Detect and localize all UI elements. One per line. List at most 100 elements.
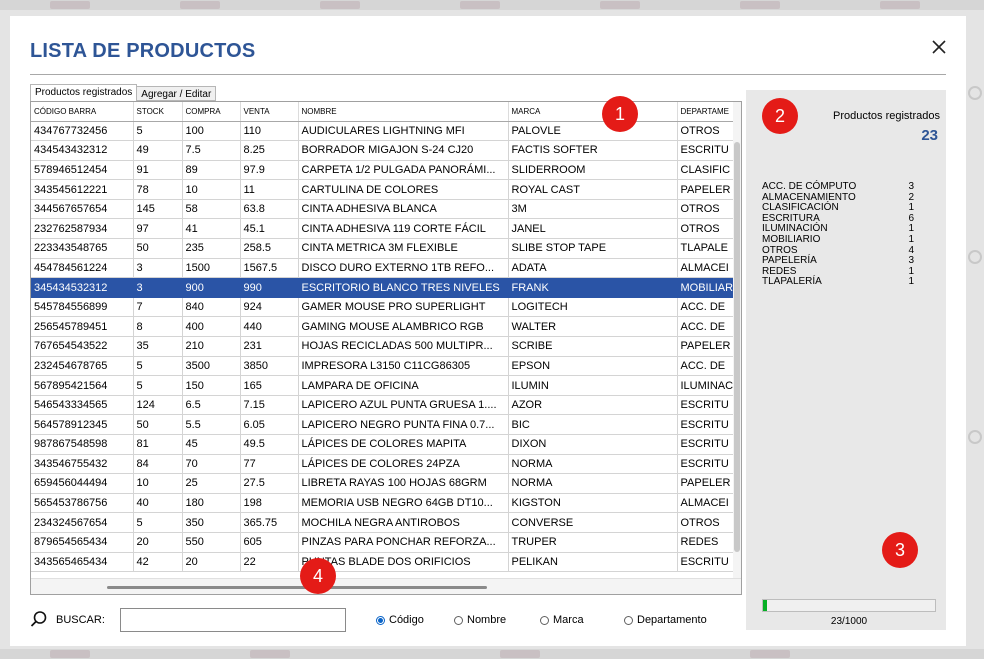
- search-input[interactable]: [120, 608, 346, 632]
- table-body: 434767732456 5 100 110 AUDICULARES LIGHTNING…: [31, 121, 736, 573]
- table-cell: 25: [182, 473, 241, 494]
- table-cell: 344567657654: [31, 199, 134, 220]
- table-cell: 565453786756: [31, 493, 134, 514]
- column-header-departamento[interactable]: DEPARTAME: [677, 102, 736, 122]
- table-cell: PALOVLE: [508, 121, 678, 142]
- radio-dot: [540, 615, 549, 625]
- column-header-venta[interactable]: VENTA: [240, 102, 299, 122]
- horizontal-scroll-thumb[interactable]: [107, 586, 487, 589]
- search-icon: [30, 611, 47, 627]
- radio-codigo[interactable]: Código: [376, 614, 424, 626]
- table-row[interactable]: 234324567654 5 350 365.75 MOCHILA NEGRA ANTI…: [31, 512, 736, 533]
- vertical-scrollbar[interactable]: [733, 102, 741, 578]
- table-cell: MOCHILA NEGRA ANTIROBOS: [298, 512, 509, 533]
- category-count: 1: [908, 233, 914, 245]
- table-cell: LÁPICES DE COLORES 24PZA: [298, 454, 509, 475]
- table-cell: LAMPARA DE OFICINA: [298, 375, 509, 396]
- table-cell: GAMING MOUSE ALAMBRICO RGB: [298, 316, 509, 338]
- table-cell: AUDICULARES LIGHTNING MFI: [298, 121, 509, 142]
- table-row[interactable]: 565453786756 40 180 198 MEMORIA USB NEGRO 64…: [31, 493, 736, 514]
- table-cell: 40: [133, 493, 183, 514]
- annotation-marker-1: 1: [602, 96, 638, 132]
- table-row[interactable]: 659456044494 10 25 27.5 LIBRETA RAYAS 100 HO…: [31, 473, 736, 494]
- table-row[interactable]: 564578912345 50 5.5 6.05 LAPICERO NEGRO PUNT…: [31, 414, 736, 435]
- category-name: MOBILIARIO: [762, 233, 821, 245]
- table-row[interactable]: 567895421564 5 150 165 LAMPARA DE OFICINA ILU…: [31, 375, 736, 396]
- table-cell: ESCRITU: [677, 552, 736, 573]
- table-cell: BIC: [508, 414, 678, 435]
- table-cell: 7: [133, 297, 183, 318]
- column-header-nombre[interactable]: NOMBRE: [298, 102, 509, 122]
- table-cell: 84: [133, 454, 183, 475]
- background-mark: [180, 1, 220, 9]
- table-cell: 81: [133, 434, 183, 455]
- table-row[interactable]: 256545789451 8 400 440 GAMING MOUSE ALAMBRIC…: [31, 316, 736, 338]
- table-cell: 256545789451: [31, 316, 134, 338]
- table-cell: 3500: [182, 356, 241, 377]
- background-mark: [880, 1, 920, 9]
- table-row[interactable]: 345434532312 3 900 990 ESCRITORIO BLANCO TRE…: [31, 277, 736, 298]
- table-row[interactable]: 987867548598 81 45 49.5 LÁPICES DE COLORES M…: [31, 434, 736, 455]
- table-cell: 990: [240, 277, 299, 298]
- table-cell: 223343548765: [31, 238, 134, 259]
- table-cell: 97.9: [240, 160, 299, 181]
- column-header-codigo[interactable]: CÓDIGO BARRA: [31, 102, 134, 122]
- table-row[interactable]: 343565465434 42 20 22 PUNTAS BLADE DOS ORIFI…: [31, 552, 736, 573]
- table-cell: 198: [240, 493, 299, 514]
- annotation-marker-3: 3: [882, 532, 918, 568]
- radio-marca[interactable]: Marca: [540, 614, 584, 626]
- radio-nombre[interactable]: Nombre: [454, 614, 506, 626]
- table-cell: 550: [182, 532, 241, 553]
- table-row[interactable]: 767654543522 35 210 231 HOJAS RECICLADAS 500…: [31, 336, 736, 357]
- table-row[interactable]: 232762587934 97 41 45.1 CINTA ADHESIVA 119 C…: [31, 218, 736, 240]
- table-cell: LÁPICES DE COLORES MAPITA: [298, 434, 509, 455]
- table-row[interactable]: 879654565434 20 550 605 PINZAS PARA PONCHAR …: [31, 532, 736, 553]
- table-cell: 11: [240, 179, 299, 200]
- table-row[interactable]: 343546755432 84 70 77 LÁPICES DE COLORES 24P…: [31, 454, 736, 475]
- table-cell: 124: [133, 395, 183, 416]
- table-cell: 78: [133, 179, 183, 200]
- table-cell: PAPELER: [677, 336, 736, 357]
- products-table: CÓDIGO BARRA STOCK COMPRA VENTA NOMBRE M…: [31, 102, 736, 573]
- category-row: MOBILIARIO 1: [762, 233, 914, 246]
- table-cell: OTROS: [677, 121, 736, 142]
- close-button[interactable]: [928, 36, 950, 58]
- tab-agregar-editar[interactable]: Agregar / Editar: [137, 86, 217, 101]
- column-header-marca[interactable]: MARCA: [508, 102, 678, 122]
- table-cell: GAMER MOUSE PRO SUPERLIGHT: [298, 297, 509, 318]
- table-cell: 232762587934: [31, 218, 134, 240]
- column-header-stock[interactable]: STOCK: [133, 102, 183, 122]
- radio-label: Marca: [553, 614, 584, 626]
- table-row[interactable]: 546543334565 124 6.5 7.15 LAPICERO AZUL PUNT…: [31, 395, 736, 416]
- table-row[interactable]: 545784556899 7 840 924 GAMER MOUSE PRO SUPER…: [31, 297, 736, 318]
- table-row[interactable]: 578946512454 91 89 97.9 CARPETA 1/2 PULGADA …: [31, 160, 736, 181]
- table-cell: TRUPER: [508, 532, 678, 553]
- table-row[interactable]: 434543432312 49 7.5 8.25 BORRADOR MIGAJON S-…: [31, 140, 736, 161]
- table-cell: 45: [182, 434, 241, 455]
- table-cell: NORMA: [508, 473, 678, 494]
- table-cell: EPSON: [508, 356, 678, 377]
- table-cell: TLAPALE: [677, 238, 736, 259]
- table-row[interactable]: 232454678765 5 3500 3850 IMPRESORA L3150 C11…: [31, 356, 736, 377]
- table-row[interactable]: 343545612221 78 10 11 CARTULINA DE COLORES RO…: [31, 179, 736, 200]
- table-cell: 77: [240, 454, 299, 475]
- table-row[interactable]: 223343548765 50 235 258.5 CINTA METRICA 3M F…: [31, 238, 736, 259]
- table-cell: 5: [133, 512, 183, 533]
- table-row[interactable]: 454784561224 3 1500 1567.5 DISCO DURO EXTERN…: [31, 258, 736, 279]
- horizontal-scrollbar[interactable]: [31, 578, 741, 594]
- capacity-progress-fill: [763, 600, 767, 611]
- radio-departamento[interactable]: Departamento: [624, 614, 707, 626]
- tab-productos-registrados[interactable]: Productos registrados: [30, 84, 138, 102]
- background-mark: [740, 1, 780, 9]
- table-row[interactable]: 344567657654 145 58 63.8 CINTA ADHESIVA BLAN…: [31, 199, 736, 220]
- column-header-compra[interactable]: COMPRA: [182, 102, 241, 122]
- table-cell: ESCRITU: [677, 454, 736, 475]
- vertical-scroll-thumb[interactable]: [734, 142, 740, 552]
- background-ring: [968, 430, 982, 444]
- table-cell: 63.8: [240, 199, 299, 220]
- table-cell: OTROS: [677, 512, 736, 533]
- product-list-dialog: LISTA DE PRODUCTOS Productos registrados…: [10, 16, 966, 646]
- table-cell: 234324567654: [31, 512, 134, 533]
- summary-count: 23: [921, 127, 938, 144]
- table-cell: ESCRITU: [677, 395, 736, 416]
